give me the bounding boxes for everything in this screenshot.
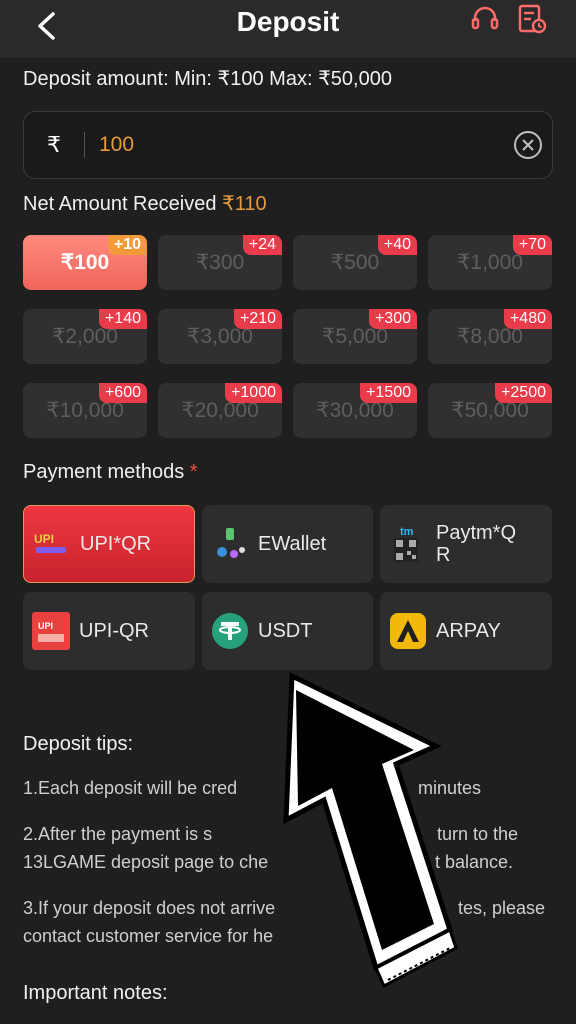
deposit-amount-value[interactable]: 100 — [99, 133, 512, 157]
payment-method-label: UPI*QR — [80, 533, 152, 555]
svg-text:UPI: UPI — [34, 532, 54, 546]
payment-method-upi-qr-star[interactable]: UPI UPI*QR — [23, 505, 195, 583]
amount-label: ₹1,000 — [457, 251, 523, 274]
bonus-badge: +10 — [107, 235, 147, 255]
currency-prefix: ₹ — [47, 132, 61, 157]
top-bar: Deposit — [0, 0, 576, 58]
required-mark: * — [189, 461, 198, 483]
arrow-up-icon — [283, 672, 458, 989]
bonus-badge: +480 — [503, 309, 552, 329]
bonus-badge: +1500 — [360, 383, 417, 403]
payment-method-upi-qr[interactable]: UPI UPI-QR — [23, 592, 195, 670]
bonus-badge: +40 — [377, 235, 417, 255]
page-title: Deposit — [236, 6, 340, 37]
payment-method-arpay[interactable]: ARPAY — [380, 592, 552, 670]
payment-method-usdt[interactable]: USDT — [202, 592, 373, 670]
amount-option[interactable]: ₹500 +40 — [293, 235, 417, 290]
amount-option[interactable]: ₹30,000 +1500 — [293, 383, 417, 438]
divider — [84, 132, 85, 158]
payment-method-ewallet[interactable]: EWallet — [202, 505, 373, 583]
amount-options: ₹100 +10 ₹300 +24 ₹500 +40 ₹1,000 +70 ₹2,000… — [23, 235, 553, 438]
paytm-qr-icon: tm — [388, 524, 428, 564]
payment-methods-label: Payment methods — [23, 461, 185, 483]
bonus-badge: +210 — [233, 309, 282, 329]
svg-text:tm: tm — [400, 526, 414, 538]
deposit-limits-label: Deposit amount: Min: ₹100 Max: ₹50,000 — [23, 68, 392, 90]
deposit-amount-field[interactable]: ₹ 100 — [23, 111, 553, 179]
deposit-tips-title: Deposit tips: — [23, 733, 134, 755]
amount-option[interactable]: ₹100 +10 — [23, 235, 147, 290]
back-button[interactable] — [26, 6, 66, 46]
upi-qr-logo-icon: UPI — [32, 524, 72, 564]
bonus-badge: +2500 — [495, 383, 552, 403]
amount-option[interactable]: ₹3,000 +210 — [158, 309, 282, 364]
amount-option[interactable]: ₹50,000 +2500 — [428, 383, 552, 438]
chevron-left-icon — [38, 12, 55, 40]
customer-service-button[interactable] — [468, 2, 502, 36]
bonus-badge: +1000 — [225, 383, 282, 403]
payment-method-label: ARPAY — [436, 620, 501, 642]
deposit-history-button[interactable] — [515, 2, 549, 36]
clear-amount-button[interactable] — [512, 129, 544, 161]
amount-option[interactable]: ₹20,000 +1000 — [158, 383, 282, 438]
payment-method-paytm-qr[interactable]: tm Paytm*Q R — [380, 505, 552, 583]
tip-line: tes, please — [458, 898, 546, 918]
payment-method-label: UPI-QR — [79, 620, 149, 642]
net-amount-value: ₹110 — [222, 193, 267, 215]
important-notes-title: Important notes: — [23, 982, 168, 1004]
bonus-badge: +600 — [98, 383, 147, 403]
upi-qr-icon: UPI — [31, 611, 71, 651]
headset-icon — [471, 6, 499, 30]
payment-method-label: Paytm*Q R — [436, 522, 517, 566]
amount-label: ₹500 — [330, 251, 380, 274]
amount-option[interactable]: ₹1,000 +70 — [428, 235, 552, 290]
bonus-badge: +24 — [242, 235, 282, 255]
payment-method-label: USDT — [258, 620, 313, 642]
bonus-badge: +70 — [512, 235, 552, 255]
payment-method-label: EWallet — [258, 533, 327, 555]
net-amount-row: Net Amount Received ₹110 — [23, 191, 267, 216]
close-circle-icon — [514, 131, 542, 159]
svg-text:UPI: UPI — [38, 621, 53, 631]
ewallet-icon — [210, 524, 250, 564]
amount-label: ₹300 — [195, 251, 245, 274]
amount-label: ₹100 — [60, 251, 110, 274]
amount-option[interactable]: ₹300 +24 — [158, 235, 282, 290]
history-document-icon — [518, 4, 547, 34]
tether-icon — [210, 611, 250, 651]
net-amount-label: Net Amount Received — [23, 193, 217, 215]
payment-methods: UPI UPI*QR EWallet tm Paytm*Q R UPI UPI-… — [23, 505, 553, 670]
arpay-icon — [388, 611, 428, 651]
amount-option[interactable]: ₹8,000 +480 — [428, 309, 552, 364]
amount-option[interactable]: ₹5,000 +300 — [293, 309, 417, 364]
bonus-badge: +300 — [368, 309, 417, 329]
amount-option[interactable]: ₹2,000 +140 — [23, 309, 147, 364]
amount-option[interactable]: ₹10,000 +600 — [23, 383, 147, 438]
payment-methods-heading: Payment methods * — [23, 461, 198, 484]
bonus-badge: +140 — [98, 309, 147, 329]
